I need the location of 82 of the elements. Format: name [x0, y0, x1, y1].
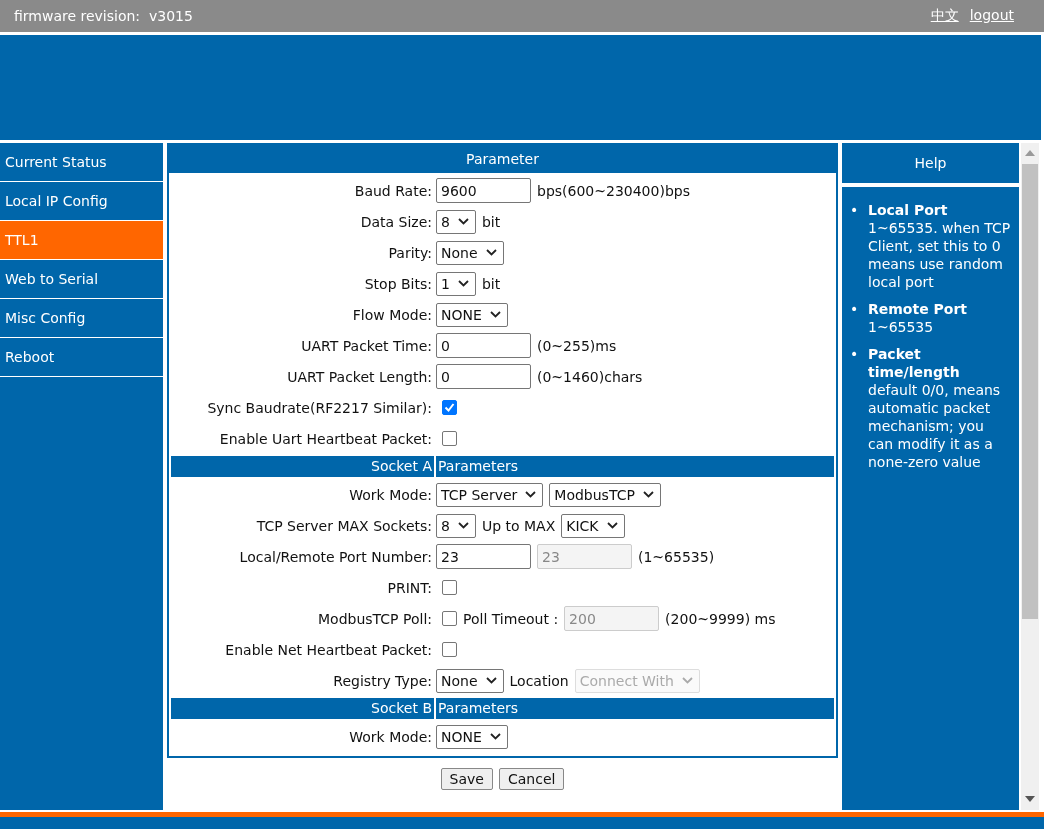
- help-text: default 0/0, means automatic packet mechanism; you can modify it as a none-zero value: [868, 382, 1001, 470]
- caret-icon: [642, 491, 654, 498]
- field-label: Parity:: [388, 244, 432, 261]
- caret-icon: [681, 677, 693, 684]
- dropdown[interactable]: 8: [436, 513, 476, 538]
- help-title: Help: [842, 143, 1019, 183]
- dropdown[interactable]: KICK: [561, 513, 625, 538]
- field-label: ModbusTCP Poll:: [318, 610, 432, 627]
- text-field[interactable]: 0: [436, 333, 531, 358]
- bullet-mark: •: [850, 300, 860, 319]
- scroll-up-icon[interactable]: [1025, 150, 1035, 156]
- help-heading: Local Port: [868, 201, 949, 219]
- caret-icon: [457, 280, 469, 287]
- dropdown[interactable]: 8: [436, 209, 476, 234]
- help-text: 1~65535: [868, 319, 934, 335]
- bullet-mark: •: [850, 345, 860, 364]
- field-label: Data Size:: [360, 213, 432, 230]
- text-field[interactable]: 9600: [436, 178, 531, 203]
- form-button[interactable]: Cancel: [498, 768, 565, 790]
- field-label: Local/Remote Port Number:: [239, 548, 432, 565]
- section-title: Parameters: [437, 699, 519, 718]
- caret-icon: [485, 677, 497, 684]
- hint-text: (1~65535): [638, 548, 715, 565]
- field-label: UART Packet Length:: [287, 368, 432, 385]
- hint-text: bit: [481, 213, 501, 230]
- scroll-down-icon[interactable]: [1025, 796, 1035, 802]
- caret-icon: [525, 491, 537, 498]
- section-label: Socket A: [171, 456, 436, 477]
- hint-text: (0~255)ms: [537, 337, 617, 354]
- section-label: Socket B: [171, 698, 436, 719]
- field-label: Registry Type:: [333, 672, 432, 689]
- field-label: Sync Baudrate(RF2217 Similar):: [207, 399, 432, 416]
- text-field[interactable]: 0: [436, 364, 531, 389]
- hint-text: (0~1460)chars: [537, 368, 643, 385]
- dropdown[interactable]: 1: [436, 271, 476, 296]
- sidebar-item[interactable]: Misc Config: [0, 299, 163, 338]
- caret-icon: [606, 522, 618, 529]
- bullet-mark: •: [850, 201, 860, 220]
- section-title: Parameters: [437, 457, 519, 476]
- scrollbar[interactable]: [1021, 143, 1039, 810]
- field-label: Enable Net Heartbeat Packet:: [225, 641, 432, 658]
- field-label: UART Packet Time:: [301, 337, 432, 354]
- sidebar-item[interactable]: Web to Serial: [0, 260, 163, 299]
- dropdown[interactable]: NONE: [436, 302, 508, 327]
- hint-text: bit: [481, 275, 501, 292]
- caret-icon: [457, 218, 469, 225]
- field-label: Baud Rate:: [354, 182, 432, 199]
- hint-text: Poll Timeout :: [463, 610, 559, 627]
- hint-text: bps(600~230400)bps: [537, 182, 690, 199]
- field-label: Work Mode:: [349, 728, 432, 745]
- help-text: 1~65535. when TCP Client, set this to 0 means use random local port: [868, 220, 1011, 290]
- field-label: Enable Uart Heartbeat Packet:: [219, 430, 432, 447]
- dropdown[interactable]: NONE: [436, 724, 508, 749]
- hint-text: Location: [509, 672, 569, 689]
- text-field[interactable]: 23: [436, 544, 531, 569]
- form-button[interactable]: Save: [440, 768, 493, 790]
- help-heading: Remote Port: [868, 300, 969, 318]
- checkbox[interactable]: [442, 400, 457, 415]
- caret-icon: [457, 522, 469, 529]
- checkbox[interactable]: [442, 431, 457, 446]
- hint-text: Up to MAX: [481, 517, 556, 534]
- dropdown[interactable]: ModbusTCP: [549, 482, 661, 507]
- panel-title: Parameter: [169, 143, 836, 173]
- field-label: Work Mode:: [349, 486, 432, 503]
- sidebar-item[interactable]: Reboot: [0, 338, 163, 377]
- checkbox[interactable]: [442, 580, 457, 595]
- field-label: PRINT:: [387, 579, 432, 596]
- caret-icon: [485, 249, 497, 256]
- caret-icon: [489, 311, 501, 318]
- caret-icon: [489, 733, 501, 740]
- scroll-thumb[interactable]: [1022, 164, 1038, 619]
- checkbox[interactable]: [442, 642, 457, 657]
- dropdown[interactable]: TCP Server: [436, 482, 544, 507]
- dropdown[interactable]: None: [436, 240, 504, 265]
- checkbox[interactable]: [442, 611, 457, 626]
- firmware-revision: firmware revision: v3015: [14, 8, 193, 24]
- field-label: Flow Mode:: [352, 306, 432, 323]
- hint-text: (200~9999) ms: [665, 610, 776, 627]
- field-label: Stop Bits:: [364, 275, 432, 292]
- dropdown[interactable]: None: [436, 668, 504, 693]
- field-label: TCP Server MAX Sockets:: [256, 517, 432, 534]
- sidebar-item[interactable]: Current Status: [0, 143, 163, 182]
